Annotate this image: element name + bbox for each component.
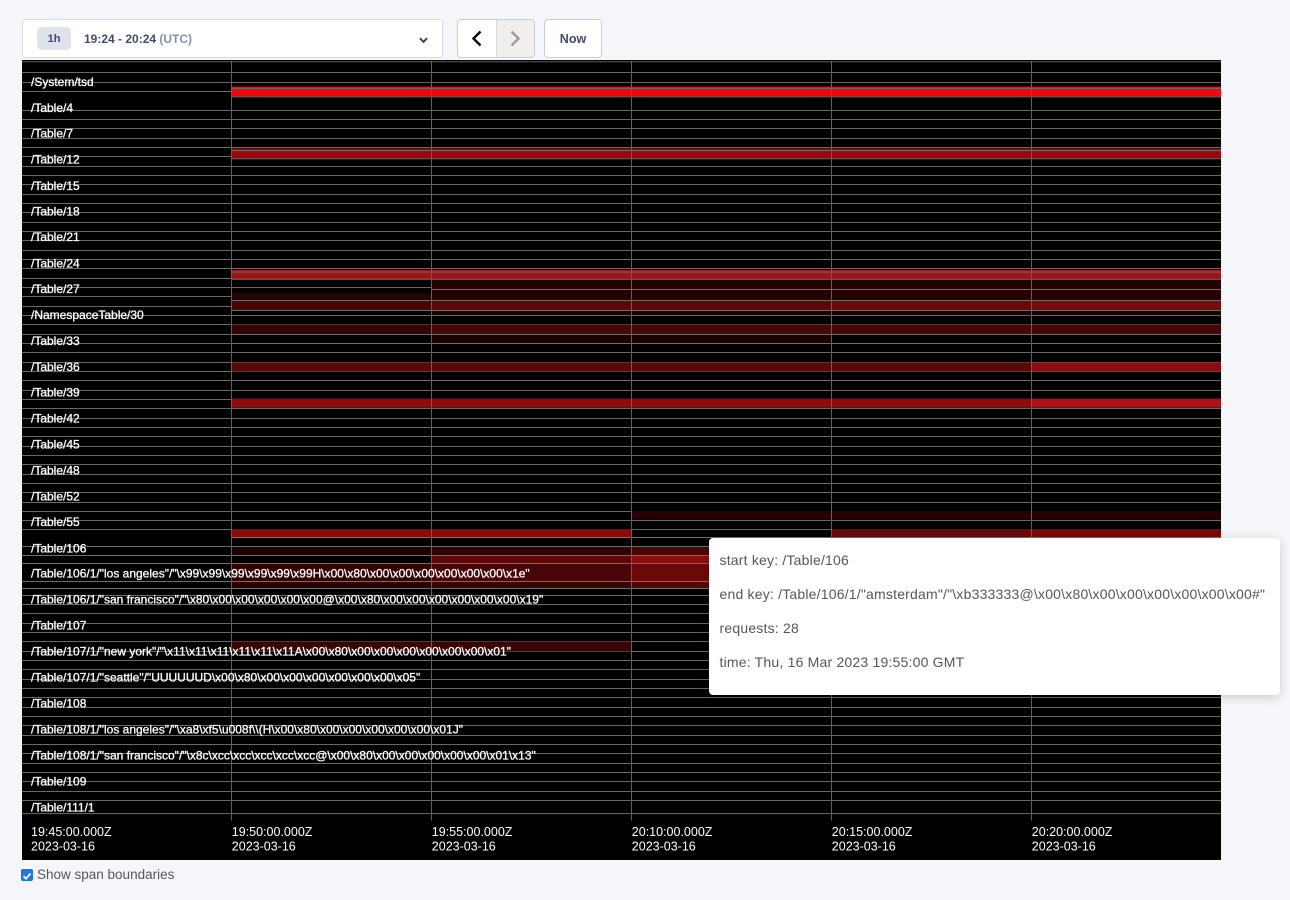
svg-text:/Table/107/1/"new york"/"\x11\: /Table/107/1/"new york"/"\x11\x11\x11\x1… bbox=[31, 644, 511, 658]
svg-text:/Table/39: /Table/39 bbox=[31, 386, 80, 400]
svg-text:/Table/18: /Table/18 bbox=[31, 205, 80, 219]
svg-text:/Table/4: /Table/4 bbox=[31, 101, 73, 115]
svg-text:/Table/7: /Table/7 bbox=[31, 127, 73, 141]
svg-text:2023-03-16: 2023-03-16 bbox=[832, 839, 896, 853]
svg-text:20:10:00.000Z: 20:10:00.000Z bbox=[632, 825, 713, 839]
svg-text:/Table/42: /Table/42 bbox=[31, 412, 80, 426]
svg-text:/Table/48: /Table/48 bbox=[31, 463, 80, 477]
svg-text:/Table/106: /Table/106 bbox=[31, 541, 87, 555]
svg-text:/Table/12: /Table/12 bbox=[31, 153, 80, 167]
svg-text:/Table/15: /Table/15 bbox=[31, 179, 80, 193]
svg-text:/Table/107: /Table/107 bbox=[31, 618, 87, 632]
svg-text:/Table/27: /Table/27 bbox=[31, 282, 80, 296]
svg-text:/Table/55: /Table/55 bbox=[31, 515, 80, 529]
svg-text:/Table/111/1: /Table/111/1 bbox=[31, 800, 95, 814]
svg-text:/Table/109: /Table/109 bbox=[31, 774, 87, 788]
svg-text:2023-03-16: 2023-03-16 bbox=[31, 839, 95, 853]
svg-text:19:50:00.000Z: 19:50:00.000Z bbox=[232, 825, 313, 839]
svg-text:/Table/36: /Table/36 bbox=[31, 360, 80, 374]
svg-text:/Table/107/1/"seattle"/"UUUUUU: /Table/107/1/"seattle"/"UUUUUUD\x00\x80\… bbox=[31, 670, 420, 684]
svg-text:/Table/21: /Table/21 bbox=[31, 230, 80, 244]
svg-text:/Table/108/1/"los angeles"/"\x: /Table/108/1/"los angeles"/"\xa8\xf5\u00… bbox=[31, 722, 463, 736]
svg-text:19:55:00.000Z: 19:55:00.000Z bbox=[432, 825, 513, 839]
svg-text:20:20:00.000Z: 20:20:00.000Z bbox=[1032, 825, 1113, 839]
svg-text:2023-03-16: 2023-03-16 bbox=[1032, 839, 1096, 853]
svg-text:2023-03-16: 2023-03-16 bbox=[632, 839, 696, 853]
svg-text:/System/tsd: /System/tsd bbox=[31, 75, 94, 89]
svg-text:/Table/106/1/"los angeles"/"\x: /Table/106/1/"los angeles"/"\x99\x99\x99… bbox=[31, 567, 530, 581]
svg-text:/Table/106/1/"san francisco"/": /Table/106/1/"san francisco"/"\x80\x00\x… bbox=[31, 592, 543, 606]
svg-text:/Table/108: /Table/108 bbox=[31, 696, 87, 710]
svg-text:/Table/108/1/"san francisco"/": /Table/108/1/"san francisco"/"\x8c\xcc\x… bbox=[31, 748, 536, 762]
svg-text:/Table/24: /Table/24 bbox=[31, 256, 80, 270]
svg-text:20:15:00.000Z: 20:15:00.000Z bbox=[832, 825, 913, 839]
svg-text:/Table/52: /Table/52 bbox=[31, 489, 80, 503]
svg-text:19:45:00.000Z: 19:45:00.000Z bbox=[31, 825, 112, 839]
svg-text:2023-03-16: 2023-03-16 bbox=[232, 839, 296, 853]
svg-text:2023-03-16: 2023-03-16 bbox=[432, 839, 496, 853]
svg-text:/NamespaceTable/30: /NamespaceTable/30 bbox=[31, 308, 144, 322]
svg-text:/Table/45: /Table/45 bbox=[31, 438, 80, 452]
svg-text:/Table/33: /Table/33 bbox=[31, 334, 80, 348]
